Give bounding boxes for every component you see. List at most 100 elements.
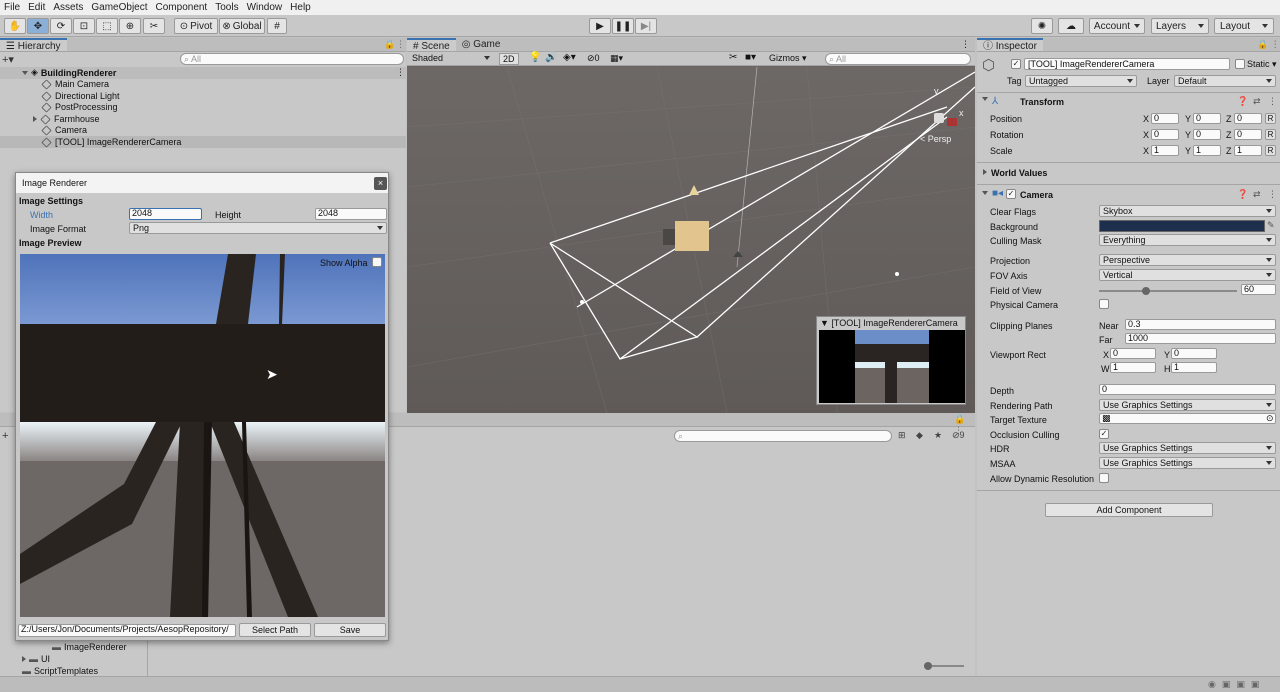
- folder-scripttemplates[interactable]: ▬ ScriptTemplates: [22, 666, 98, 676]
- save-button[interactable]: Save: [314, 623, 386, 637]
- camera-preset-icon[interactable]: ⇄: [1253, 189, 1261, 200]
- light-toggle-icon[interactable]: 💡: [529, 52, 541, 63]
- folder-imagerenderer[interactable]: ▬ ImageRenderer: [52, 642, 127, 652]
- physical-camera-checkbox[interactable]: [1099, 299, 1109, 309]
- menu-gameobject[interactable]: GameObject: [87, 2, 151, 13]
- hierarchy-item-imagerenderercamera[interactable]: [TOOL] ImageRendererCamera: [41, 136, 181, 148]
- culling-mask-dropdown[interactable]: Everything: [1099, 234, 1276, 246]
- pivot-toggle-button[interactable]: ⊙ Pivot: [174, 18, 218, 34]
- rendering-path-dropdown[interactable]: Use Graphics Settings: [1099, 399, 1276, 411]
- dynamic-resolution-checkbox[interactable]: [1099, 473, 1109, 483]
- menu-help[interactable]: Help: [286, 2, 315, 13]
- clear-flags-dropdown[interactable]: Skybox: [1099, 205, 1276, 217]
- position-y-field[interactable]: 0: [1193, 113, 1221, 124]
- output-path-field[interactable]: Z:/Users/Jon/Documents/Projects/AesopRep…: [18, 624, 236, 637]
- audio-toggle-icon[interactable]: 🔊: [545, 52, 557, 63]
- rotation-y-field[interactable]: 0: [1193, 129, 1221, 140]
- transform-tool-button[interactable]: ⊕: [119, 18, 141, 34]
- add-component-button[interactable]: Add Component: [1045, 503, 1213, 517]
- custom-tool-button[interactable]: ✂: [143, 18, 165, 34]
- layout-dropdown[interactable]: Layout: [1214, 18, 1274, 34]
- cloud-button[interactable]: ☁: [1058, 18, 1084, 34]
- camera-help-icon[interactable]: ❓: [1237, 189, 1248, 200]
- eyedropper-icon[interactable]: ✎: [1267, 220, 1275, 231]
- tag-dropdown[interactable]: Untagged: [1025, 75, 1137, 87]
- rotation-reset-button[interactable]: R: [1265, 129, 1276, 140]
- play-button[interactable]: ▶: [589, 18, 611, 34]
- menu-component[interactable]: Component: [152, 2, 212, 13]
- filter-by-label-icon[interactable]: ◆: [916, 430, 923, 441]
- scene-kebab-icon[interactable]: ⋮: [961, 39, 970, 50]
- position-z-field[interactable]: 0: [1234, 113, 1262, 124]
- grid-toggle-icon[interactable]: ▦▾: [610, 53, 623, 64]
- hand-tool-button[interactable]: ✋: [4, 18, 26, 34]
- viewport-w-field[interactable]: 1: [1110, 362, 1156, 373]
- snap-button[interactable]: #: [267, 18, 287, 34]
- rotation-z-field[interactable]: 0: [1234, 129, 1262, 140]
- camera-menu-icon[interactable]: ⋮: [1268, 189, 1277, 200]
- select-path-button[interactable]: Select Path: [239, 623, 311, 637]
- position-reset-button[interactable]: R: [1265, 113, 1276, 124]
- static-checkbox[interactable]: [1235, 59, 1245, 69]
- transform-foldout[interactable]: [982, 97, 988, 101]
- scene-menu-icon[interactable]: ⋮: [396, 67, 405, 78]
- menu-tools[interactable]: Tools: [211, 2, 242, 13]
- hidden-objects-toggle[interactable]: ⊘0: [587, 53, 600, 64]
- projection-dropdown[interactable]: Perspective: [1099, 254, 1276, 266]
- rotate-tool-button[interactable]: ⟳: [50, 18, 72, 34]
- static-dropdown[interactable]: Static ▾: [1247, 59, 1277, 70]
- tab-scene[interactable]: # Scene: [407, 38, 456, 52]
- viewport-x-field[interactable]: 0: [1110, 348, 1156, 359]
- fov-slider[interactable]: [1099, 287, 1237, 295]
- active-checkbox[interactable]: ✓: [1011, 59, 1021, 69]
- background-color-swatch[interactable]: [1099, 220, 1265, 232]
- tools-icon[interactable]: ✂: [729, 52, 737, 63]
- width-field[interactable]: 2048: [129, 208, 202, 220]
- position-x-field[interactable]: 0: [1151, 113, 1179, 124]
- camera-header[interactable]: Camera: [1020, 190, 1053, 200]
- fov-slider-thumb[interactable]: [1141, 287, 1150, 295]
- gizmos-dropdown[interactable]: Gizmos ▾: [769, 53, 807, 64]
- account-dropdown[interactable]: Account: [1089, 18, 1145, 34]
- menu-file[interactable]: File: [0, 2, 24, 13]
- viewport-y-field[interactable]: 0: [1171, 348, 1217, 359]
- viewport-h-field[interactable]: 1: [1171, 362, 1217, 373]
- hierarchy-search-input[interactable]: ⌕ All: [180, 53, 404, 65]
- axis-gizmo[interactable]: y x: [919, 86, 964, 138]
- hierarchy-item-main-camera[interactable]: Main Camera: [41, 78, 109, 90]
- lock-icon[interactable]: 🔒: [384, 39, 395, 50]
- transform-header[interactable]: Transform: [1020, 97, 1064, 107]
- folder-ui[interactable]: ▬ UI: [22, 654, 50, 664]
- fov-field[interactable]: 60: [1241, 284, 1276, 295]
- component-menu-icon[interactable]: ⋮: [1268, 96, 1277, 107]
- component-preset-icon[interactable]: ⇄: [1253, 96, 1261, 107]
- scale-tool-button[interactable]: ⊡: [73, 18, 95, 34]
- camera-foldout[interactable]: [982, 191, 988, 195]
- camera-enabled-checkbox[interactable]: ✓: [1006, 189, 1016, 199]
- global-toggle-button[interactable]: ⊗ Global: [219, 18, 265, 34]
- component-help-icon[interactable]: ❓: [1237, 96, 1248, 107]
- scale-x-field[interactable]: 1: [1151, 145, 1179, 156]
- fov-axis-dropdown[interactable]: Vertical: [1099, 269, 1276, 281]
- near-field[interactable]: 0.3: [1125, 319, 1276, 330]
- hierarchy-item-directional-light[interactable]: Directional Light: [41, 90, 120, 102]
- target-texture-field[interactable]: ▩: [1099, 413, 1276, 424]
- persp-label[interactable]: < Persp: [920, 134, 951, 144]
- hierarchy-item-camera[interactable]: Camera: [41, 124, 87, 136]
- scale-y-field[interactable]: 1: [1193, 145, 1221, 156]
- mode-2d-button[interactable]: 2D: [499, 53, 519, 65]
- scale-reset-button[interactable]: R: [1265, 145, 1276, 156]
- hierarchy-item-postprocessing[interactable]: PostProcessing: [41, 101, 118, 113]
- world-values-header[interactable]: World Values: [991, 168, 1047, 178]
- show-alpha-checkbox[interactable]: [372, 257, 382, 267]
- inspector-lock-icon[interactable]: 🔒 ⋮: [1257, 39, 1280, 50]
- close-icon[interactable]: ×: [374, 177, 387, 190]
- camera-preview-title[interactable]: ▼ [TOOL] ImageRendererCamera: [820, 318, 958, 328]
- object-picker-icon[interactable]: ⊙: [1266, 413, 1274, 424]
- rotation-x-field[interactable]: 0: [1151, 129, 1179, 140]
- layer-dropdown[interactable]: Default: [1174, 75, 1276, 87]
- hierarchy-item-farmhouse[interactable]: Farmhouse: [33, 113, 100, 125]
- scene-root[interactable]: ◈ BuildingRenderer: [22, 67, 116, 78]
- menu-assets[interactable]: Assets: [49, 2, 87, 13]
- hidden-packages-toggle[interactable]: ⊘9: [952, 430, 965, 441]
